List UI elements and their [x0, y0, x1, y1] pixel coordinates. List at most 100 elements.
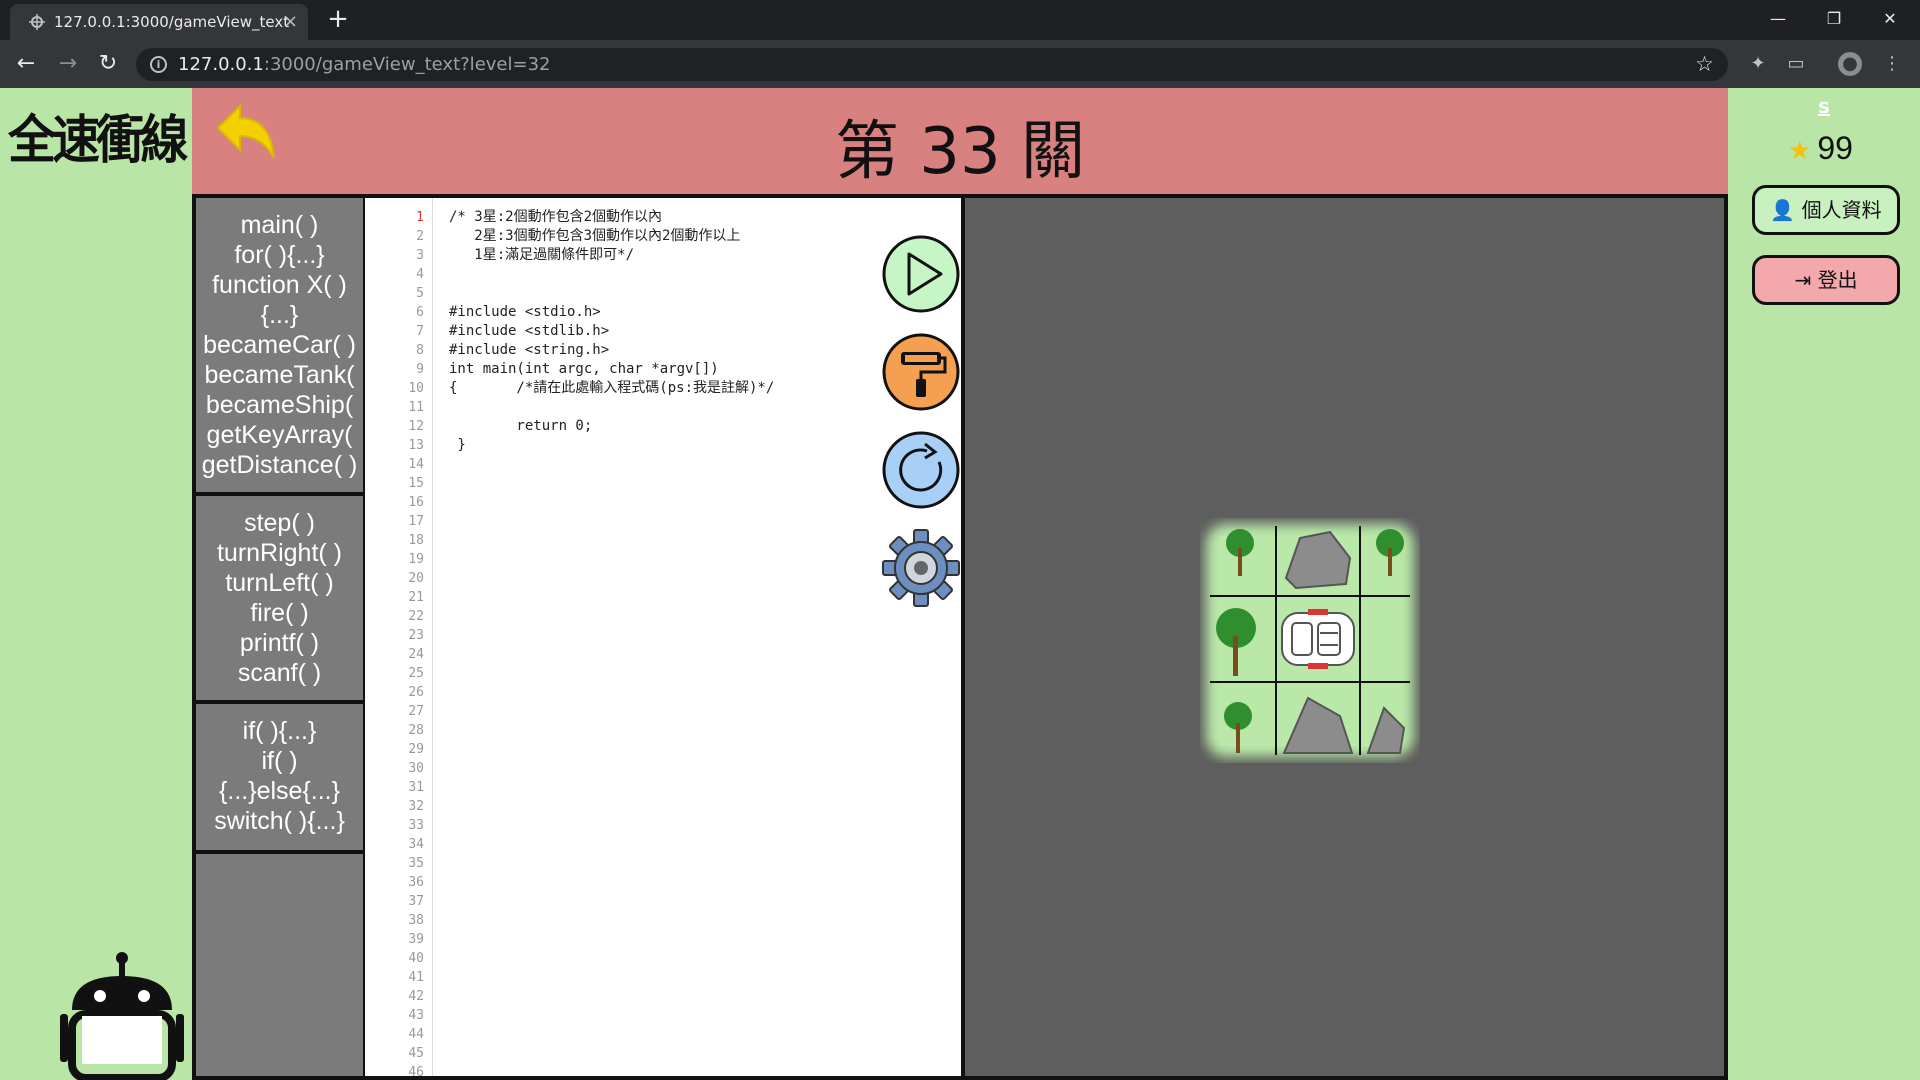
profile-button[interactable]: 👤 個人資料	[1752, 185, 1900, 235]
username-link[interactable]: s	[1728, 94, 1920, 118]
browser-menu-icon[interactable]: ⋮	[1880, 52, 1904, 76]
code-text[interactable]: /* 3星:2個動作包含2個動作以內 2星:3個動作包含3個動作以內2個動作以上…	[449, 208, 774, 455]
palette-item[interactable]: switch( ){...}	[196, 806, 363, 836]
line-number: 11	[408, 400, 424, 415]
line-number: 23	[408, 628, 424, 643]
palette-item[interactable]: main( )	[196, 210, 363, 240]
level-header: 第 33 關	[192, 88, 1728, 194]
palette-group-conditions: if( ){...} if( ) {...}else{...} switch( …	[196, 716, 363, 836]
palette-item[interactable]: becameShip(	[196, 390, 363, 420]
profile-avatar-icon[interactable]: ●	[1838, 52, 1862, 76]
favicon-icon	[29, 14, 45, 30]
line-number: 7	[416, 324, 424, 339]
line-number: 5	[416, 286, 424, 301]
palette-item[interactable]: {...}else{...}	[196, 776, 363, 806]
right-panel: s ★ 99 👤 個人資料 ⇥ 登出	[1728, 88, 1920, 1080]
code-editor[interactable]: 1 2 3 4 5 6 7 8 9 10 11 12 13 14 15 16 17 18 19 20 21 22 23 24 2…	[365, 198, 961, 1080]
line-number: 16	[408, 495, 424, 510]
palette-item[interactable]: turnRight( )	[196, 538, 363, 568]
close-window-button[interactable]: ✕	[1862, 0, 1918, 38]
extension-ticket-icon[interactable]: ▭	[1784, 52, 1808, 76]
site-info-icon[interactable]: i	[150, 56, 167, 73]
level-map	[1206, 524, 1414, 757]
app-logo: 全速衝線	[8, 111, 188, 171]
line-number: 1	[416, 210, 424, 225]
line-number: 37	[408, 894, 424, 909]
reset-icon[interactable]	[881, 430, 961, 510]
line-number: 25	[408, 666, 424, 681]
line-number: 27	[408, 704, 424, 719]
settings-gear-icon[interactable]	[881, 528, 961, 608]
logout-button[interactable]: ⇥ 登出	[1752, 255, 1900, 305]
paint-roller-icon[interactable]	[881, 332, 961, 412]
back-arrow-icon[interactable]: ←	[12, 50, 40, 78]
play-icon[interactable]	[881, 234, 961, 314]
line-number: 19	[408, 552, 424, 567]
robot-icon	[60, 952, 184, 1080]
line-number: 4	[416, 267, 424, 282]
palette-item[interactable]: getDistance( )	[196, 450, 363, 480]
forward-arrow-icon[interactable]: →	[54, 50, 82, 78]
palette-item[interactable]: if( )	[196, 746, 363, 776]
line-number: 21	[408, 590, 424, 605]
line-number: 10	[408, 381, 424, 396]
line-number: 2	[416, 229, 424, 244]
url-path: :3000/gameView_text?level=32	[263, 54, 551, 75]
line-number: 9	[416, 362, 424, 377]
line-number: 42	[408, 989, 424, 1004]
extensions-puzzle-icon[interactable]: ✦	[1746, 52, 1770, 76]
reload-icon[interactable]: ↻	[94, 50, 122, 78]
palette-item[interactable]: getKeyArray(	[196, 420, 363, 450]
star-icon: ★	[1788, 135, 1812, 165]
line-number: 17	[408, 514, 424, 529]
restore-button[interactable]: ❐	[1806, 0, 1862, 38]
level-title: 第 33 關	[834, 115, 1086, 189]
new-tab-button[interactable]: +	[324, 6, 352, 34]
game-stage	[965, 198, 1724, 1076]
line-number: 35	[408, 856, 424, 871]
url-field[interactable]: i 127.0.0.1:3000/gameView_text?level=32 …	[136, 48, 1728, 81]
minimize-button[interactable]: —	[1750, 0, 1806, 38]
palette-item[interactable]: scanf( )	[196, 658, 363, 688]
line-number: 32	[408, 799, 424, 814]
tab-close-icon[interactable]: ×	[283, 4, 298, 40]
line-number: 41	[408, 970, 424, 985]
line-number: 13	[408, 438, 424, 453]
line-number: 34	[408, 837, 424, 852]
palette-item[interactable]: becameCar( )	[196, 330, 363, 360]
line-number: 24	[408, 647, 424, 662]
palette-item[interactable]: turnLeft( )	[196, 568, 363, 598]
left-panel: 全速衝線	[0, 88, 192, 1080]
line-number: 45	[408, 1046, 424, 1061]
command-palette: main( ) for( ){...} function X( ) {...} …	[196, 198, 363, 1076]
palette-divider	[196, 850, 363, 854]
palette-item[interactable]: {...}	[196, 300, 363, 330]
browser-tab[interactable]: 127.0.0.1:3000/gameView_text ×	[10, 4, 308, 40]
palette-group-structure: main( ) for( ){...} function X( ) {...} …	[196, 210, 363, 480]
line-number: 29	[408, 742, 424, 757]
palette-item[interactable]: for( ){...}	[196, 240, 363, 270]
line-number: 44	[408, 1027, 424, 1042]
car-icon	[1281, 609, 1355, 669]
star-count-value: 99	[1817, 130, 1853, 166]
line-number: 3	[416, 248, 424, 263]
palette-item[interactable]: step( )	[196, 508, 363, 538]
palette-item[interactable]: printf( )	[196, 628, 363, 658]
address-bar-row: ← → ↻ i 127.0.0.1:3000/gameView_text?lev…	[0, 40, 1920, 88]
line-number: 43	[408, 1008, 424, 1023]
line-number: 40	[408, 951, 424, 966]
line-number: 30	[408, 761, 424, 776]
palette-item[interactable]: becameTank(	[196, 360, 363, 390]
line-number: 46	[408, 1065, 424, 1080]
line-number-gutter: 1 2 3 4 5 6 7 8 9 10 11 12 13 14 15 16 17 18 19 20 21 22 23 24 2…	[365, 198, 433, 1080]
browser-tab-bar: 127.0.0.1:3000/gameView_text × + — ❐ ✕	[0, 0, 1920, 40]
bookmark-star-icon[interactable]: ☆	[1695, 48, 1714, 81]
palette-item[interactable]: if( ){...}	[196, 716, 363, 746]
line-number: 36	[408, 875, 424, 890]
palette-item[interactable]: fire( )	[196, 598, 363, 628]
line-number: 20	[408, 571, 424, 586]
game-area: main( ) for( ){...} function X( ) {...} …	[192, 194, 1728, 1080]
palette-item[interactable]: function X( )	[196, 270, 363, 300]
line-number: 26	[408, 685, 424, 700]
tab-title: 127.0.0.1:3000/gameView_text	[54, 13, 290, 31]
